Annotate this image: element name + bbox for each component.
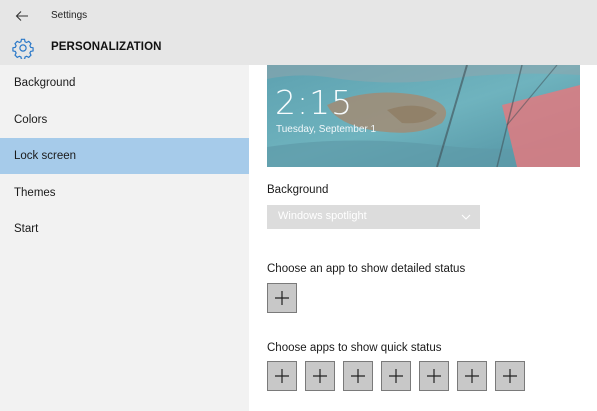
add-quick-status-app-button[interactable]	[495, 361, 525, 391]
preview-date: Tuesday, September 1	[276, 124, 377, 135]
sidebar-item-themes[interactable]: Themes	[0, 175, 249, 211]
gear-icon	[12, 38, 34, 59]
sidebar-item-start[interactable]: Start	[0, 211, 249, 247]
sidebar-item-label: Background	[14, 77, 76, 89]
sidebar-item-label: Start	[14, 223, 39, 235]
sidebar-item-lock-screen[interactable]: Lock screen	[0, 138, 249, 174]
main-content: 2:15 Tuesday, September 1 Background Win…	[249, 65, 597, 411]
page-title: PERSONALIZATION	[51, 41, 162, 53]
plus-icon	[427, 369, 441, 383]
page-header: PERSONALIZATION	[0, 32, 597, 65]
detailed-status-label: Choose an app to show detailed status	[267, 263, 466, 275]
plus-icon	[275, 291, 289, 305]
add-quick-status-app-button[interactable]	[343, 361, 373, 391]
add-quick-status-app-button[interactable]	[419, 361, 449, 391]
title-bar: Settings	[0, 0, 597, 32]
sidebar-item-background[interactable]: Background	[0, 65, 249, 101]
add-quick-status-app-button[interactable]	[457, 361, 487, 391]
plus-icon	[313, 369, 327, 383]
add-quick-status-app-button[interactable]	[305, 361, 335, 391]
sidebar-item-label: Colors	[14, 114, 48, 126]
plus-icon	[503, 369, 517, 383]
add-quick-status-app-button[interactable]	[381, 361, 411, 391]
plus-icon	[465, 369, 479, 383]
preview-time: 2:15	[275, 83, 354, 122]
lock-screen-preview: 2:15 Tuesday, September 1	[267, 65, 580, 167]
chevron-down-icon	[461, 214, 471, 220]
plus-icon	[275, 369, 289, 383]
plus-icon	[389, 369, 403, 383]
plus-icon	[351, 369, 365, 383]
background-dropdown[interactable]: Windows spotlight	[267, 205, 480, 229]
sidebar-item-colors[interactable]: Colors	[0, 102, 249, 138]
sidebar-item-label: Lock screen	[14, 150, 77, 162]
background-dropdown-value: Windows spotlight	[278, 210, 367, 222]
quick-status-label: Choose apps to show quick status	[267, 342, 442, 354]
sidebar: Background Colors Lock screen Themes Sta…	[0, 65, 249, 411]
back-arrow-icon	[15, 11, 28, 21]
window-title: Settings	[51, 10, 88, 21]
add-quick-status-app-button[interactable]	[267, 361, 297, 391]
background-label: Background	[267, 184, 329, 196]
back-button[interactable]	[6, 3, 38, 29]
add-detailed-status-app-button[interactable]	[267, 283, 297, 313]
sidebar-item-label: Themes	[14, 187, 56, 199]
